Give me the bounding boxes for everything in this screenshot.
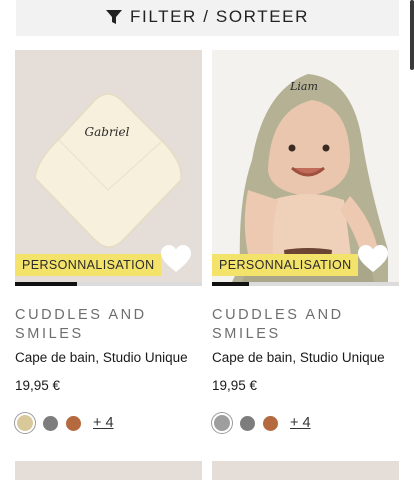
- color-swatch-selected[interactable]: [212, 413, 232, 433]
- next-product-image[interactable]: [212, 461, 399, 480]
- color-swatch[interactable]: [66, 415, 81, 431]
- scrollbar[interactable]: [410, 0, 414, 70]
- color-swatch[interactable]: [263, 415, 278, 431]
- filter-sort-label: FILTER / SORTEER: [130, 7, 309, 26]
- color-swatch[interactable]: [240, 415, 255, 431]
- product-price: 19,95 €: [15, 378, 61, 393]
- product-name[interactable]: Cape de bain, Studio Unique: [15, 350, 202, 365]
- next-product-image[interactable]: [15, 461, 202, 480]
- image-carousel-progress-fill: [15, 282, 77, 286]
- filter-sort-button[interactable]: FILTER / SORTEER: [16, 0, 399, 36]
- product-card[interactable]: Liam PERSONNALISATION CUDDLES AND SMILES…: [212, 50, 399, 433]
- embroidery-text: Liam: [289, 80, 318, 93]
- more-colors-link[interactable]: + 4: [290, 415, 311, 431]
- color-swatches: + 4: [212, 413, 399, 433]
- embroidery-text: Gabriel: [85, 125, 130, 139]
- product-brand: CUDDLES AND SMILES: [212, 307, 344, 342]
- color-swatch[interactable]: [43, 415, 58, 431]
- heart-icon[interactable]: [357, 244, 389, 274]
- product-brand: CUDDLES AND SMILES: [15, 307, 147, 342]
- personalisation-badge: PERSONNALISATION: [212, 254, 358, 276]
- product-card[interactable]: Gabriel PERSONNALISATION CUDDLES AND SMI…: [15, 50, 202, 433]
- personalisation-badge: PERSONNALISATION: [15, 254, 161, 276]
- image-carousel-progress: [212, 282, 399, 286]
- image-carousel-progress-fill: [212, 282, 250, 286]
- more-colors-link[interactable]: + 4: [93, 415, 114, 431]
- product-image[interactable]: Liam PERSONNALISATION: [212, 50, 399, 282]
- product-name[interactable]: Cape de bain, Studio Unique: [212, 350, 399, 365]
- product-image[interactable]: Gabriel PERSONNALISATION: [15, 50, 202, 282]
- funnel-icon: [106, 10, 123, 24]
- color-swatches: + 4: [15, 413, 202, 433]
- product-price: 19,95 €: [212, 378, 258, 393]
- product-listing-page: FILTER / SORTEER Gabriel PERSONNALISATIO…: [0, 0, 414, 480]
- image-carousel-progress: [15, 282, 202, 286]
- color-swatch-selected[interactable]: [15, 413, 35, 433]
- heart-icon[interactable]: [160, 244, 192, 274]
